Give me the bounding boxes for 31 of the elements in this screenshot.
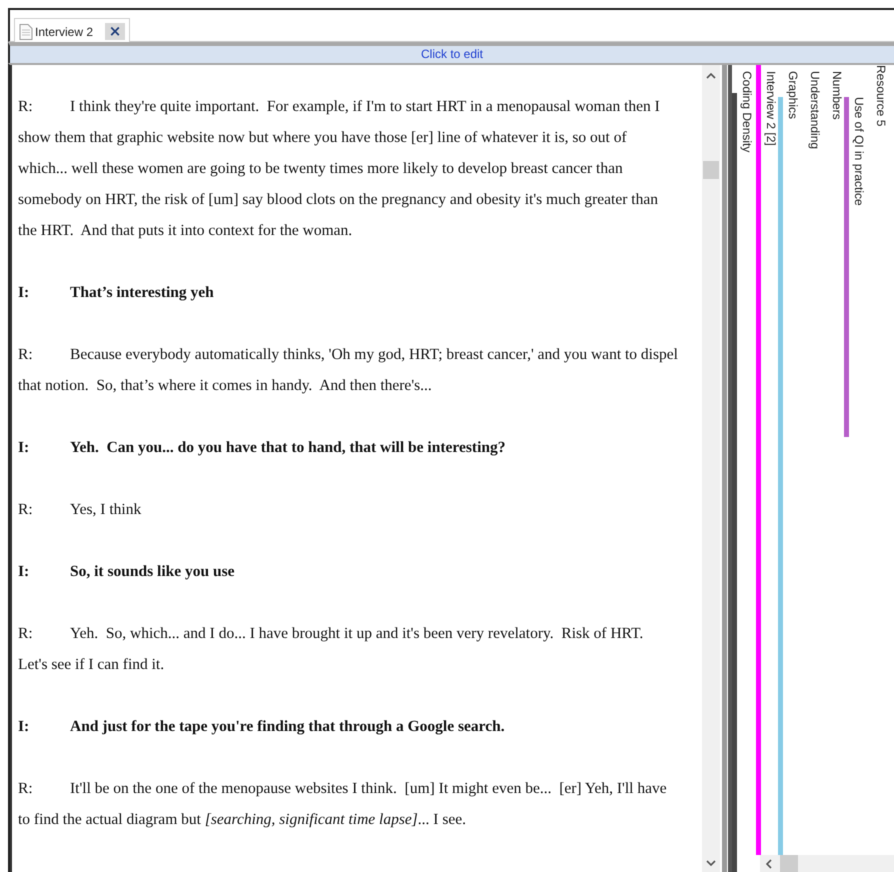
- transcript-paragraph: I: That’s interesting yeh: [18, 283, 215, 303]
- stripe-label: Interview 2 [2]: [764, 70, 778, 146]
- transcript-paragraph: R: Yeh. So, which... and I do... I have brought it up and it's been very revelatory. Risk of HRT. Let's see if I can find it.: [18, 624, 644, 675]
- stripe-label: Coding Density: [740, 70, 754, 152]
- transcript-paragraph: I: And just for the tape you're finding that through a Google search.: [18, 717, 506, 737]
- transcript-paragraph: R: Yes, I think: [18, 500, 142, 520]
- coding-stripe[interactable]: [756, 65, 761, 855]
- scroll-thumb[interactable]: [780, 855, 798, 872]
- transcript-paragraph: R: Because everybody automatically thinks, 'Oh my god, HRT; breast cancer,' and you want to dispel that notion. So, that’s where it comes in handy. And then there's...: [18, 345, 678, 396]
- horizontal-scrollbar[interactable]: [760, 855, 894, 872]
- transcript-paragraph: I: So, it sounds like you use: [18, 562, 236, 582]
- transcript-paragraph: R: I think they're quite important. For example, if I'm to start HRT in a menopausal woman then I show them that graphic website now but where you have those [er] line of whatever it is, so out of which... well these women are going to be twenty times more likely to develop breast cancer than somebody on HRT, the risk of [um] say blood clots on the pregnancy and obesity it's much greater than the HRT. And that puts it into context for the woman.: [18, 97, 661, 241]
- edit-bar[interactable]: Click to edit: [8, 42, 894, 63]
- transcript-paragraph: R: It'll be on the one of the menopause websites I think. [um] It might even be... [er] Yeh, I'll have to find the actual diagram but [searching, significant time lapse]... I see.: [18, 779, 668, 830]
- close-button[interactable]: ×: [105, 23, 126, 40]
- stripe-label: Graphics: [786, 70, 800, 120]
- scroll-thumb[interactable]: [703, 161, 719, 179]
- transcript-paragraph: I: Yeh. Can you... do you have that to hand, that will be interesting?: [18, 438, 506, 458]
- stripe-label: Use of QI in practice: [852, 96, 866, 206]
- stripe-label: Numbers: [830, 70, 844, 120]
- coding-stripe[interactable]: [844, 97, 849, 437]
- document-tab[interactable]: Interview 2 ×: [14, 18, 130, 44]
- coding-stripe[interactable]: [778, 97, 783, 855]
- stripe-label: Resource 5: [874, 65, 888, 126]
- scroll-down-icon[interactable]: [706, 860, 716, 866]
- scroll-left-icon[interactable]: [766, 858, 772, 868]
- stripe-label: Understanding: [808, 70, 822, 150]
- splitter[interactable]: [720, 65, 732, 872]
- vertical-scrollbar[interactable]: [702, 65, 720, 872]
- scroll-up-icon[interactable]: [706, 73, 716, 79]
- document-icon: [19, 24, 33, 40]
